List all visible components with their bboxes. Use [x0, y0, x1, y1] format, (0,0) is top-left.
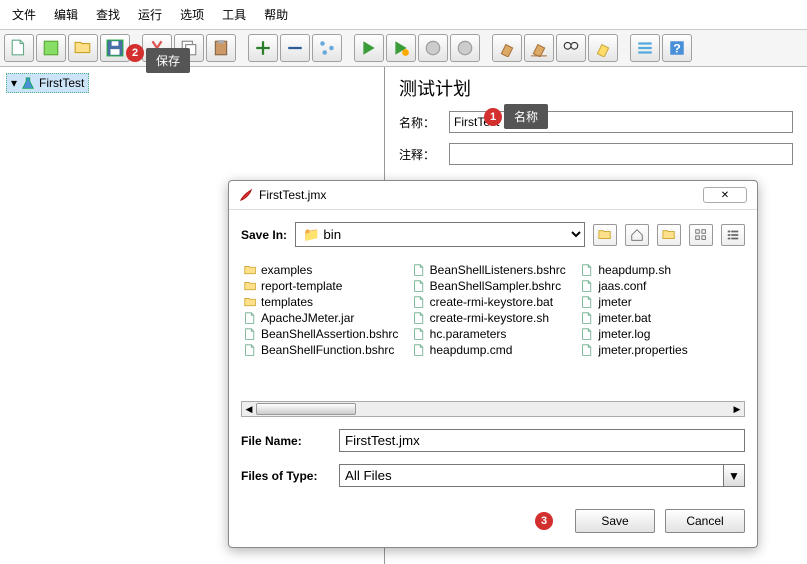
file-item[interactable]: BeanShellSampler.bshrc: [411, 278, 576, 294]
templates-button[interactable]: [36, 34, 66, 62]
scroll-right-icon[interactable]: ▶: [730, 402, 744, 416]
file-item[interactable]: ApacheJMeter.jar: [242, 310, 407, 326]
open-button[interactable]: [68, 34, 98, 62]
file-item[interactable]: create-rmi-keystore.bat: [411, 294, 576, 310]
shutdown-button[interactable]: [450, 34, 480, 62]
start-no-pause-button[interactable]: [386, 34, 416, 62]
file-item[interactable]: create-rmi-keystore.sh: [411, 310, 576, 326]
file-item[interactable]: templates: [242, 294, 407, 310]
annotation-badge-1: 1: [484, 108, 502, 126]
file-item[interactable]: jaas.conf: [579, 278, 744, 294]
file-item[interactable]: BeanShellListeners.bshrc: [411, 262, 576, 278]
menu-search[interactable]: 查找: [92, 4, 124, 25]
file-item[interactable]: heapdump.cmd: [411, 342, 576, 358]
list-view-button[interactable]: [689, 224, 713, 246]
expand-button[interactable]: [248, 34, 278, 62]
filename-input[interactable]: [339, 429, 745, 452]
svg-text:?: ?: [673, 42, 681, 56]
new-button[interactable]: [4, 34, 34, 62]
filetype-select[interactable]: [339, 464, 723, 487]
clear-all-button[interactable]: [524, 34, 554, 62]
toolbar: ?: [0, 30, 807, 67]
details-view-button[interactable]: [721, 224, 745, 246]
home-button[interactable]: [625, 224, 649, 246]
start-button[interactable]: [354, 34, 384, 62]
file-item[interactable]: BeanShellFunction.bshrc: [242, 342, 407, 358]
horizontal-scrollbar[interactable]: ◀ ▶: [241, 401, 745, 417]
save-dialog: FirstTest.jmx ✕ Save In: 📁 bin examplesr…: [228, 180, 758, 548]
menu-bar: 文件 编辑 查找 运行 选项 工具 帮助: [0, 0, 807, 30]
dialog-close-button[interactable]: ✕: [703, 187, 747, 203]
help-button[interactable]: ?: [662, 34, 692, 62]
menu-run[interactable]: 运行: [134, 4, 166, 25]
file-item[interactable]: jmeter: [579, 294, 744, 310]
name-tooltip: 名称: [504, 104, 548, 129]
up-folder-button[interactable]: [593, 224, 617, 246]
menu-file[interactable]: 文件: [8, 4, 40, 25]
file-item[interactable]: jmeter.properties: [579, 342, 744, 358]
file-item[interactable]: hc.parameters: [411, 326, 576, 342]
feather-icon: [239, 188, 253, 202]
save-tooltip: 保存: [146, 48, 190, 73]
file-item[interactable]: BeanShellAssertion.bshrc: [242, 326, 407, 342]
file-item[interactable]: examples: [242, 262, 407, 278]
scroll-left-icon[interactable]: ◀: [242, 402, 256, 416]
menu-options[interactable]: 选项: [176, 4, 208, 25]
save-button[interactable]: [100, 34, 130, 62]
function-helper-button[interactable]: [630, 34, 660, 62]
comment-input[interactable]: [449, 143, 793, 165]
savein-select[interactable]: 📁 bin: [295, 222, 585, 247]
save-dialog-cancel-button[interactable]: Cancel: [665, 509, 745, 533]
file-item[interactable]: jmeter.bat: [579, 310, 744, 326]
filetype-label: Files of Type:: [241, 469, 331, 483]
flask-icon: [21, 76, 35, 90]
menu-edit[interactable]: 编辑: [50, 4, 82, 25]
paste-button[interactable]: [206, 34, 236, 62]
panel-title: 测试计划: [399, 75, 793, 101]
clear-button[interactable]: [492, 34, 522, 62]
annotation-badge-3: 3: [535, 512, 553, 530]
filename-label: File Name:: [241, 434, 331, 448]
file-item[interactable]: jmeter.log: [579, 326, 744, 342]
annotation-badge-2: 2: [126, 44, 144, 62]
file-item[interactable]: heapdump.sh: [579, 262, 744, 278]
stop-button[interactable]: [418, 34, 448, 62]
new-folder-button[interactable]: [657, 224, 681, 246]
scroll-thumb[interactable]: [256, 403, 356, 415]
search-button[interactable]: [556, 34, 586, 62]
collapse-button[interactable]: [280, 34, 310, 62]
dialog-title: FirstTest.jmx: [259, 188, 326, 202]
name-label: 名称：: [399, 114, 449, 131]
toggle-button[interactable]: [312, 34, 342, 62]
savein-label: Save In:: [241, 228, 287, 242]
file-item[interactable]: report-template: [242, 278, 407, 294]
save-dialog-save-button[interactable]: Save: [575, 509, 655, 533]
filetype-dropdown-button[interactable]: ▼: [723, 464, 745, 487]
tree-toggle-icon: ▾: [11, 76, 17, 90]
menu-help[interactable]: 帮助: [260, 4, 292, 25]
file-list[interactable]: examplesreport-templatetemplatesApacheJM…: [241, 257, 745, 397]
reset-search-button[interactable]: [588, 34, 618, 62]
menu-tools[interactable]: 工具: [218, 4, 250, 25]
comment-label: 注释：: [399, 146, 449, 163]
tree-item-firsttest[interactable]: ▾ FirstTest: [6, 73, 89, 93]
tree-item-label: FirstTest: [39, 76, 84, 90]
